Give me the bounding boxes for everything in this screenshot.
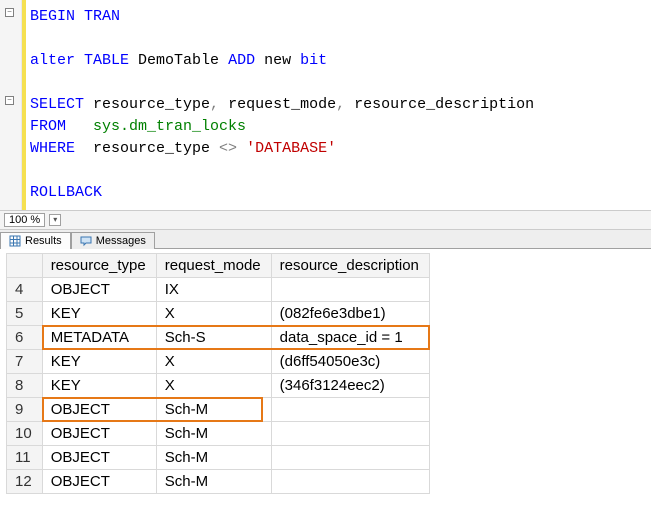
cell-resource-desc[interactable] [271, 470, 429, 494]
table-row[interactable]: 7 KEY X (d6ff54050e3c) [7, 350, 430, 374]
table-row[interactable]: 10 OBJECT Sch-M [7, 422, 430, 446]
kw-select: SELECT [30, 96, 84, 113]
col-request-mode: request_mode [219, 96, 336, 113]
tab-messages-label: Messages [96, 235, 146, 247]
cell-request-mode[interactable]: X [156, 302, 271, 326]
fold-icon[interactable]: − [5, 96, 14, 105]
cell-request-mode[interactable]: Sch-M [156, 446, 271, 470]
cell-resource-type[interactable]: OBJECT [42, 470, 156, 494]
results-grid[interactable]: resource_type request_mode resource_desc… [6, 253, 430, 494]
col-header-resource-desc[interactable]: resource_description [271, 254, 429, 278]
zoom-value[interactable]: 100 % [4, 213, 45, 227]
row-number: 12 [7, 470, 43, 494]
op-ne: <> [219, 140, 237, 157]
cell-resource-type[interactable]: KEY [42, 302, 156, 326]
messages-icon [80, 235, 92, 247]
fold-icon[interactable]: − [5, 8, 14, 17]
tab-results-label: Results [25, 235, 62, 247]
col-resource-type: resource_type [84, 96, 210, 113]
col-header-resource-type[interactable]: resource_type [42, 254, 156, 278]
results-tabs: Results Messages [0, 230, 651, 249]
zoom-toolbar: 100 % ▾ [0, 211, 651, 230]
tab-messages[interactable]: Messages [71, 232, 155, 249]
cell-request-mode[interactable]: X [156, 374, 271, 398]
kw-bit: bit [300, 52, 327, 69]
cell-resource-type[interactable]: OBJECT [42, 422, 156, 446]
where-col: resource_type [75, 140, 219, 157]
ident-new: new [255, 52, 300, 69]
cell-resource-desc[interactable]: data_space_id = 1 [271, 326, 429, 350]
row-number: 8 [7, 374, 43, 398]
space [237, 140, 246, 157]
header-row: resource_type request_mode resource_desc… [7, 254, 430, 278]
cell-resource-desc[interactable] [271, 398, 429, 422]
cell-request-mode[interactable]: Sch-M [156, 398, 271, 422]
table-row[interactable]: 6 METADATA Sch-S data_space_id = 1 [7, 326, 430, 350]
sql-editor-pane: − − BEGIN TRAN alter TABLE DemoTable ADD… [0, 0, 651, 211]
table-row[interactable]: 12 OBJECT Sch-M [7, 470, 430, 494]
str-database: 'DATABASE' [246, 140, 336, 157]
row-number: 11 [7, 446, 43, 470]
cell-request-mode[interactable]: Sch-M [156, 422, 271, 446]
kw-from: FROM [30, 118, 66, 135]
grid-icon [9, 235, 21, 247]
cell-request-mode[interactable]: Sch-M [156, 470, 271, 494]
sql-editor[interactable]: BEGIN TRAN alter TABLE DemoTable ADD new… [26, 0, 651, 210]
ident-demotable: DemoTable [129, 52, 228, 69]
row-number: 5 [7, 302, 43, 326]
cell-resource-type[interactable]: OBJECT [42, 398, 156, 422]
cell-resource-type[interactable]: KEY [42, 374, 156, 398]
cell-resource-desc[interactable] [271, 278, 429, 302]
cell-resource-desc[interactable]: (d6ff54050e3c) [271, 350, 429, 374]
cell-resource-type[interactable]: OBJECT [42, 278, 156, 302]
tab-results[interactable]: Results [0, 232, 71, 249]
table-row[interactable]: 4 OBJECT IX [7, 278, 430, 302]
cell-request-mode[interactable]: IX [156, 278, 271, 302]
col-header-request-mode[interactable]: request_mode [156, 254, 271, 278]
table-row[interactable]: 9 OBJECT Sch-M [7, 398, 430, 422]
table-row[interactable]: 11 OBJECT Sch-M [7, 446, 430, 470]
kw-alter: alter [30, 52, 75, 69]
kw-table: TABLE [75, 52, 129, 69]
zoom-dropdown-icon[interactable]: ▾ [49, 214, 61, 226]
table-row[interactable]: 5 KEY X (082fe6e3dbe1) [7, 302, 430, 326]
col-resource-desc: resource_description [345, 96, 534, 113]
comma: , [336, 96, 345, 113]
results-grid-pane: resource_type request_mode resource_desc… [0, 249, 651, 494]
editor-gutter: − − [0, 0, 22, 210]
cell-resource-desc[interactable] [271, 446, 429, 470]
space [66, 118, 93, 135]
cell-resource-type[interactable]: OBJECT [42, 446, 156, 470]
cell-resource-desc[interactable]: (082fe6e3dbe1) [271, 302, 429, 326]
cell-resource-type[interactable]: METADATA [42, 326, 156, 350]
comma: , [210, 96, 219, 113]
row-number: 4 [7, 278, 43, 302]
row-number: 6 [7, 326, 43, 350]
cell-resource-desc[interactable]: (346f3124eec2) [271, 374, 429, 398]
cell-resource-type[interactable]: KEY [42, 350, 156, 374]
row-number: 10 [7, 422, 43, 446]
kw-where: WHERE [30, 140, 75, 157]
row-number: 9 [7, 398, 43, 422]
kw-add: ADD [228, 52, 255, 69]
kw-begin: BEGIN [30, 8, 75, 25]
cell-request-mode[interactable]: X [156, 350, 271, 374]
kw-tran: TRAN [75, 8, 120, 25]
dmv-name: sys.dm_tran_locks [93, 118, 246, 135]
rownum-header [7, 254, 43, 278]
cell-request-mode[interactable]: Sch-S [156, 326, 271, 350]
kw-rollback: ROLLBACK [30, 184, 102, 201]
cell-resource-desc[interactable] [271, 422, 429, 446]
row-number: 7 [7, 350, 43, 374]
table-row[interactable]: 8 KEY X (346f3124eec2) [7, 374, 430, 398]
